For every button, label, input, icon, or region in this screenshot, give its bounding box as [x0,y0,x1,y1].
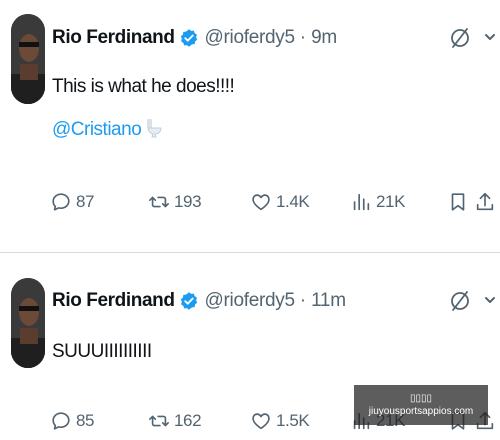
like-button[interactable]: 1.5K [250,406,310,436]
tweet-text-line-2: @Cristiano [52,118,163,141]
reply-count: 85 [76,411,95,430]
heart-icon [252,194,270,211]
like-count: 1.5K [276,411,310,430]
heart-icon [252,413,270,430]
tweet-text: SUUUIIIIIIIIII [52,341,152,362]
avatar[interactable] [11,278,45,368]
share-icon [476,192,494,211]
reply-button[interactable]: 87 [50,187,95,217]
author-handle[interactable]: @rioferdy5 [205,27,296,49]
timestamp[interactable]: 11m [311,290,346,312]
bookmark-icon [451,193,465,211]
author-handle[interactable]: @rioferdy5 [205,290,296,312]
toilet-emoji-icon [147,119,162,138]
reply-icon [52,412,70,430]
timestamp[interactable]: 9m [311,27,337,49]
retweet-count: 193 [174,192,202,211]
more-options-icon[interactable] [480,289,500,313]
views-button[interactable]: 21K [350,187,405,217]
watermark-line-2: jiuyousportsappios.com [368,406,474,417]
tweet-header: Rio Ferdinand @rioferdy5 · 9m [52,26,337,50]
verified-badge-icon [180,29,197,47]
retweet-icon [149,415,169,427]
tweet-divider [0,252,500,253]
tweet[interactable]: Rio Ferdinand @rioferdy5 · 9m This is wh… [0,0,500,250]
tweet-actions: 87 193 1.4K 21K [0,187,500,217]
bookmark-button[interactable] [447,187,473,217]
views-icon [353,193,370,211]
separator: · [299,27,307,48]
tweet-header: Rio Ferdinand @rioferdy5 · 11m [52,289,346,313]
reply-icon [52,193,70,211]
share-button[interactable] [474,187,500,217]
tweet-text: This is what he does!!!! [52,76,235,97]
verified-badge-icon [180,292,197,310]
like-count: 1.4K [276,192,310,211]
author-name[interactable]: Rio Ferdinand [52,27,175,49]
like-button[interactable]: 1.4K [250,187,310,217]
retweet-button[interactable]: 162 [148,406,202,436]
grok-icon[interactable] [448,26,472,50]
more-options-icon[interactable] [480,26,500,50]
view-count: 21K [376,192,406,211]
separator: · [299,290,307,311]
mention-link[interactable]: @Cristiano [52,119,142,140]
retweet-icon [149,196,169,208]
avatar[interactable] [11,14,45,104]
author-name[interactable]: Rio Ferdinand [52,290,175,312]
retweet-button[interactable]: 193 [148,187,202,217]
reply-count: 87 [76,192,95,211]
grok-icon[interactable] [448,289,472,313]
watermark-overlay: ▯▯▯▯ jiuyousportsappios.com [354,385,488,425]
retweet-count: 162 [174,411,202,430]
watermark-line-1: ▯▯▯▯ [409,393,432,404]
reply-button[interactable]: 85 [50,406,95,436]
